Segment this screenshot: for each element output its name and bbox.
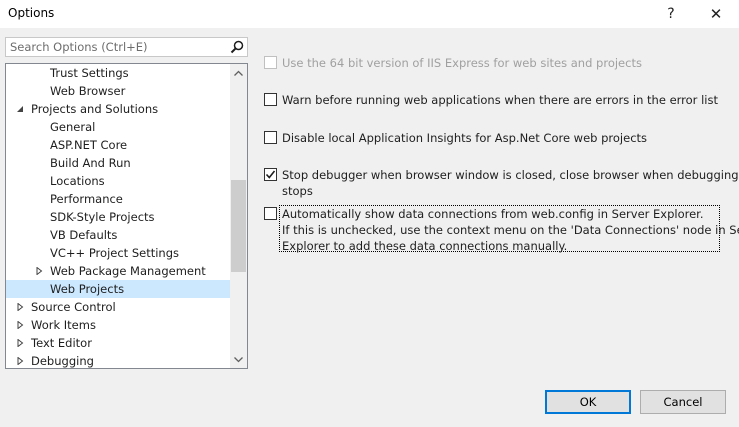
stop-debugger-label-line2: stops xyxy=(282,184,313,198)
stop-debugger-checkbox[interactable] xyxy=(264,168,277,181)
tree-item-label: Text Editor xyxy=(31,336,92,350)
tree-item[interactable]: Debugging xyxy=(6,352,230,368)
tree-scrollbar[interactable] xyxy=(230,64,247,368)
checkmark-icon xyxy=(265,170,276,179)
tree-item-label: Web Projects xyxy=(50,282,125,296)
search-input[interactable] xyxy=(6,38,226,56)
data-connections-label-line2: If this is unchecked, use the context me… xyxy=(282,223,739,237)
tree-item-label: VB Defaults xyxy=(50,228,118,242)
tree-item[interactable]: Web Package Management xyxy=(6,262,230,280)
tree-item[interactable]: VC++ Project Settings xyxy=(6,244,230,262)
tree-item[interactable]: VB Defaults xyxy=(6,226,230,244)
data-connections-checkbox[interactable] xyxy=(264,207,277,220)
close-button[interactable]: ✕ xyxy=(693,0,739,28)
data-connections-label-line1: Automatically show data connections from… xyxy=(282,207,704,221)
collapsed-triangle-icon[interactable] xyxy=(35,267,43,275)
disable-app-insights-checkbox[interactable] xyxy=(264,131,277,144)
title-bar: Options ? ✕ xyxy=(0,0,739,28)
tree-item-label: Web Package Management xyxy=(50,264,206,278)
tree-item[interactable]: Build And Run xyxy=(6,154,230,172)
scroll-thumb[interactable] xyxy=(231,180,246,272)
collapsed-triangle-icon[interactable] xyxy=(16,357,24,365)
tree-item-label: VC++ Project Settings xyxy=(50,246,179,260)
warn-errors-checkbox[interactable] xyxy=(264,93,277,106)
data-connections-label-line3: Explorer to add these data connections m… xyxy=(282,239,568,253)
ok-button[interactable]: OK xyxy=(545,390,631,414)
tree-item-label: Performance xyxy=(50,192,123,206)
tree-item[interactable]: General xyxy=(6,118,230,136)
tree-item[interactable]: Text Editor xyxy=(6,334,230,352)
stop-debugger-label-line1: Stop debugger when browser window is clo… xyxy=(282,168,739,182)
tree-item-label: Web Browser xyxy=(50,84,126,98)
collapsed-triangle-icon[interactable] xyxy=(16,339,24,347)
tree-item-label: Trust Settings xyxy=(50,66,129,80)
tree-item[interactable]: SDK-Style Projects xyxy=(6,208,230,226)
tree-item[interactable]: Projects and Solutions xyxy=(6,100,230,118)
tree-item-label: ASP.NET Core xyxy=(50,138,128,152)
tree-item[interactable]: Performance xyxy=(6,190,230,208)
scroll-up-button[interactable] xyxy=(230,64,247,81)
chevron-up-icon xyxy=(234,70,243,76)
tree-item[interactable]: Web Browser xyxy=(6,82,230,100)
tree-item[interactable]: ASP.NET Core xyxy=(6,136,230,154)
tree-item-label: Work Items xyxy=(31,318,96,332)
search-icon[interactable] xyxy=(230,40,244,54)
help-button[interactable]: ? xyxy=(648,0,694,28)
window-title: Options xyxy=(8,6,55,20)
disable-app-insights-label: Disable local Application Insights for A… xyxy=(282,131,648,145)
collapsed-triangle-icon[interactable] xyxy=(16,321,24,329)
scroll-down-button[interactable] xyxy=(230,351,247,368)
tree-item-label: Source Control xyxy=(31,300,116,314)
iis-express-64bit-checkbox[interactable] xyxy=(264,56,277,69)
tree-item-label: SDK-Style Projects xyxy=(50,210,155,224)
tree-list: Trust Settings Web Browser Projects and So… xyxy=(6,64,230,368)
tree-item-label: Build And Run xyxy=(50,156,131,170)
tree-item[interactable]: Trust Settings xyxy=(6,64,230,82)
tree-item[interactable]: Source Control xyxy=(6,298,230,316)
tree-item-label: Locations xyxy=(50,174,105,188)
tree-item-label: Debugging xyxy=(31,354,94,368)
tree-item[interactable]: Web Projects xyxy=(6,280,230,298)
expanded-triangle-icon[interactable] xyxy=(16,105,24,113)
stop-debugger-label: Stop debugger when browser window is clo… xyxy=(282,167,739,199)
data-connections-label: Automatically show data connections from… xyxy=(282,206,739,254)
collapsed-triangle-icon[interactable] xyxy=(16,303,24,311)
tree-item-label: Projects and Solutions xyxy=(31,102,159,116)
cancel-button[interactable]: Cancel xyxy=(640,390,726,414)
iis-express-64bit-label: Use the 64 bit version of IIS Express fo… xyxy=(282,56,642,70)
options-tree: Trust Settings Web Browser Projects and So… xyxy=(5,63,248,369)
search-box xyxy=(5,37,248,57)
tree-item[interactable]: Work Items xyxy=(6,316,230,334)
tree-item[interactable]: Locations xyxy=(6,172,230,190)
chevron-down-icon xyxy=(234,356,243,362)
tree-item-label: General xyxy=(50,120,96,134)
warn-errors-label: Warn before running web applications whe… xyxy=(282,93,718,107)
